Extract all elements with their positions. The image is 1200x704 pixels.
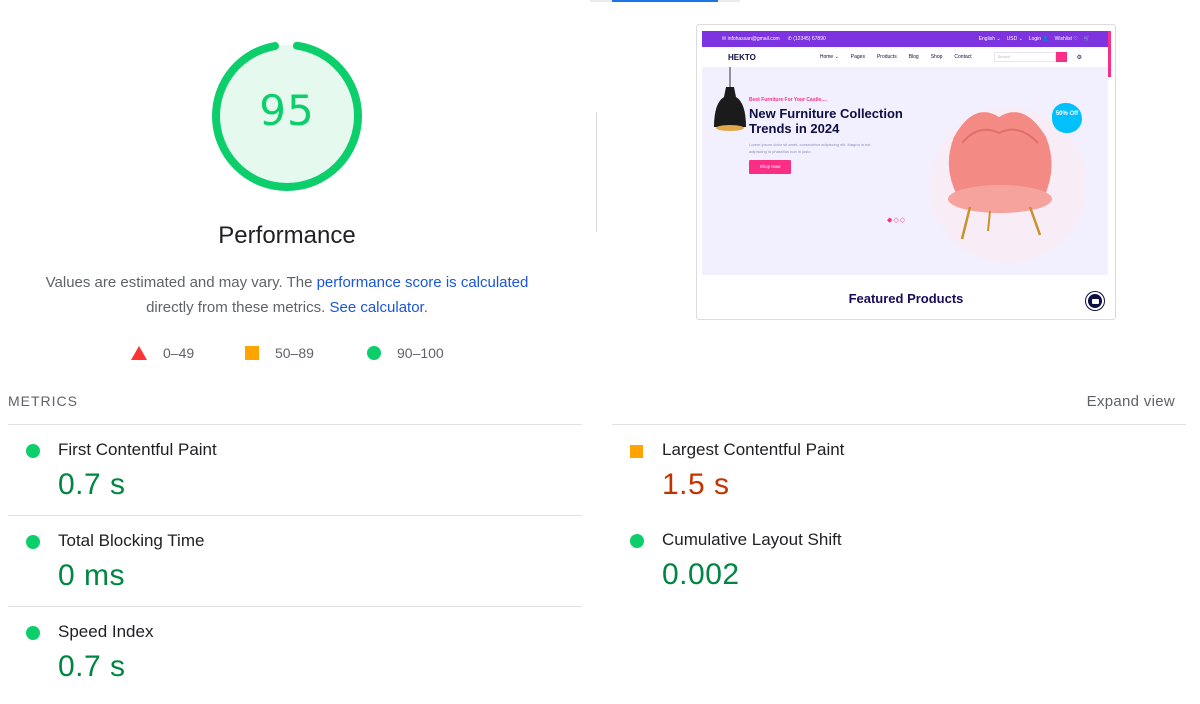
gear-icon: ⚙ bbox=[1076, 54, 1082, 61]
legend-range: 0–49 bbox=[163, 345, 195, 361]
metric-total-blocking-time: Total Blocking Time 0 ms bbox=[8, 515, 582, 606]
preview-paragraph: Lorem ipsum dolor sit amet, consectetur … bbox=[749, 142, 871, 154]
score-calculation-link[interactable]: performance score is calculated bbox=[317, 274, 529, 291]
metric-value: 0.7 s bbox=[58, 468, 126, 501]
preview-menu-item: Shop bbox=[930, 54, 943, 60]
preview-currency: USD ⌄ bbox=[1006, 36, 1023, 42]
search-icon bbox=[1055, 52, 1067, 62]
metrics-divider bbox=[612, 424, 1186, 425]
preview-menu-item: Pages bbox=[850, 54, 865, 60]
preview-menu: Home ⌄ Pages Products Blog Shop Contact bbox=[820, 54, 972, 60]
preview-top-bar: ✉ infohassan@gmail.com ✆ (12345) 67890 E… bbox=[702, 31, 1110, 47]
legend-average: 50–89 bbox=[245, 344, 314, 362]
square-icon bbox=[630, 445, 643, 458]
chat-icon bbox=[1086, 292, 1104, 310]
preview-featured-heading: Featured Products bbox=[848, 291, 964, 306]
preview-logo: HEKTO bbox=[728, 52, 756, 62]
circle-icon bbox=[26, 535, 40, 549]
preview-top-right: English ⌄ USD ⌄ Login 👤 Wishlist ♡ 🛒 bbox=[979, 36, 1090, 42]
preview-menu-item: Home ⌄ bbox=[819, 54, 839, 60]
preview-email: infohassan@gmail.com bbox=[727, 36, 780, 42]
preview-phone: (12345) 67890 bbox=[793, 36, 826, 42]
metric-largest-contentful-paint: Largest Contentful Paint 1.5 s bbox=[612, 424, 1186, 515]
preview-menu-item: Products bbox=[876, 54, 897, 60]
preview-menu-item: Contact bbox=[954, 54, 972, 60]
preview-navbar: HEKTO Home ⌄ Pages Products Blog Shop Co… bbox=[702, 47, 1108, 67]
preview-wishlist: Wishlist ♡ bbox=[1054, 36, 1078, 42]
circle-icon bbox=[26, 626, 40, 640]
metric-label: First Contentful Paint bbox=[58, 440, 217, 459]
tab-indicator bbox=[590, 0, 740, 2]
armchair-image bbox=[948, 112, 1052, 240]
carousel-dots-icon: ◆◇◇ bbox=[887, 217, 907, 224]
preview-headline: New Furniture Collection Trends in 2024 bbox=[749, 106, 903, 136]
metric-label: Cumulative Layout Shift bbox=[662, 530, 842, 549]
metric-label: Largest Contentful Paint bbox=[662, 440, 845, 459]
preview-login: Login 👤 bbox=[1028, 36, 1049, 42]
legend-pass: 90–100 bbox=[367, 344, 444, 362]
circle-icon bbox=[26, 444, 40, 458]
expand-view-button[interactable]: Expand view bbox=[1087, 393, 1175, 410]
circle-icon bbox=[367, 346, 381, 360]
legend-range: 90–100 bbox=[397, 345, 444, 361]
metrics-heading: METRICS bbox=[8, 393, 78, 409]
metric-label: Speed Index bbox=[58, 622, 154, 641]
square-icon bbox=[245, 346, 259, 360]
preview-search: Search bbox=[993, 52, 1056, 62]
divider bbox=[596, 112, 597, 232]
preview-scrollbar bbox=[1108, 31, 1111, 77]
metric-label: Total Blocking Time bbox=[58, 531, 205, 550]
preview-discount-badge: 50% Off bbox=[1052, 103, 1082, 133]
preview-shop-button: Shop Now bbox=[749, 160, 791, 174]
final-screenshot-preview: ✉ infohassan@gmail.com ✆ (12345) 67890 E… bbox=[696, 24, 1116, 320]
lamp-icon bbox=[714, 67, 746, 131]
metric-first-contentful-paint: First Contentful Paint 0.7 s bbox=[8, 424, 582, 515]
circle-icon bbox=[630, 534, 644, 548]
legend-fail: 0–49 bbox=[131, 344, 194, 362]
metric-speed-index: Speed Index 0.7 s bbox=[8, 606, 582, 697]
metric-value: 1.5 s bbox=[662, 468, 730, 501]
performance-description: Values are estimated and may vary. The p… bbox=[30, 270, 544, 320]
preview-subtitle: Best Furniture For Your Castle.... bbox=[749, 97, 827, 103]
preview-language: English ⌄ bbox=[978, 36, 1001, 42]
performance-title: Performance bbox=[218, 222, 356, 249]
desc-prefix: Values are estimated and may vary. The bbox=[45, 274, 317, 291]
legend-range: 50–89 bbox=[275, 345, 314, 361]
preview-menu-item: Blog bbox=[908, 54, 919, 60]
triangle-icon bbox=[131, 346, 147, 360]
desc-middle: directly from these metrics. bbox=[146, 299, 330, 316]
metric-value: 0 ms bbox=[58, 559, 126, 592]
cart-icon: 🛒 bbox=[1083, 36, 1090, 42]
performance-score: 95 bbox=[259, 86, 315, 135]
desc-suffix: . bbox=[423, 299, 428, 316]
metric-value: 0.7 s bbox=[58, 650, 126, 683]
tab-indicator-active bbox=[612, 0, 718, 2]
metric-value: 0.002 bbox=[662, 558, 740, 591]
metric-cumulative-layout-shift: Cumulative Layout Shift 0.002 bbox=[612, 515, 1186, 606]
see-calculator-link[interactable]: See calculator bbox=[329, 299, 423, 316]
